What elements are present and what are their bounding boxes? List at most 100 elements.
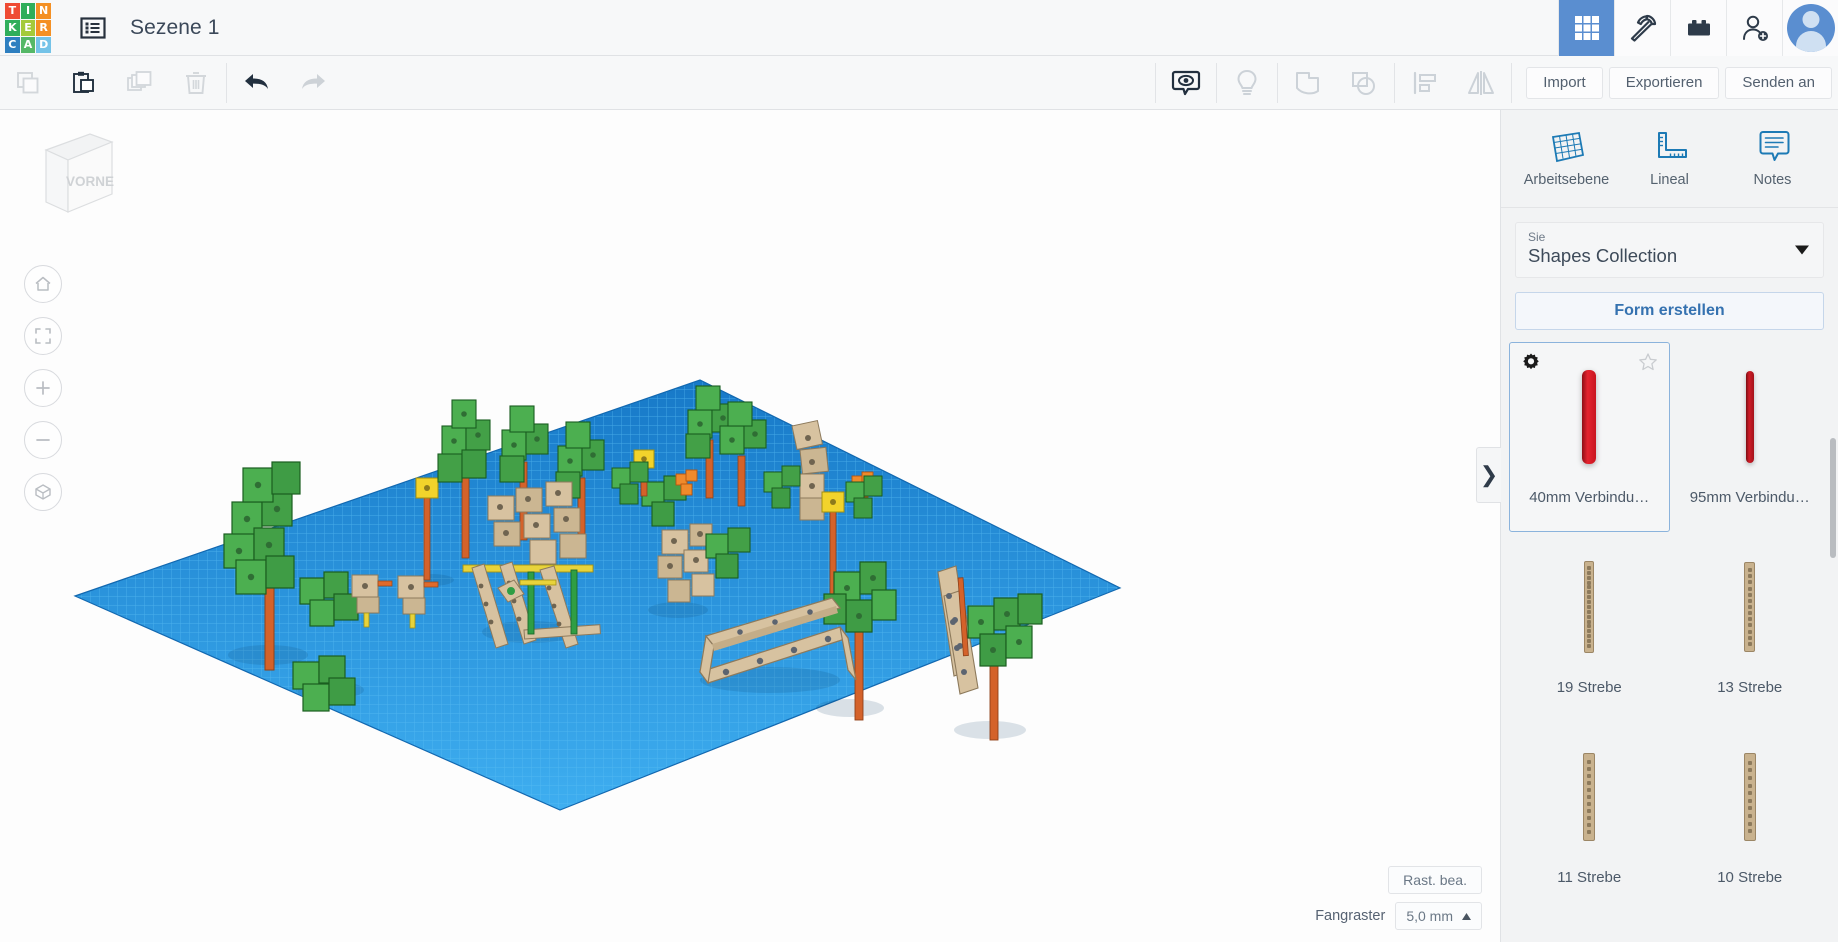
top-icon-group — [1558, 0, 1838, 56]
star-outline-icon[interactable] — [1638, 352, 1658, 377]
shape-label: 10 Strebe — [1717, 869, 1783, 886]
duplicate-icon[interactable] — [112, 56, 168, 110]
logo-letter: E — [20, 19, 36, 36]
lightbulb-icon[interactable] — [1219, 56, 1275, 110]
paste-icon[interactable] — [56, 56, 112, 110]
workplane-tool[interactable]: Arbeitsebene — [1521, 129, 1613, 188]
canvas-bottom-controls: Rast. bea. Fangraster 5,0 mm — [1315, 866, 1482, 930]
create-shape-button[interactable]: Form erstellen — [1515, 292, 1824, 330]
align-icon[interactable] — [1397, 56, 1453, 110]
ruler-tool[interactable]: Lineal — [1624, 129, 1716, 188]
cylinder-shape — [1745, 371, 1754, 463]
toolbar-divider — [1155, 62, 1157, 103]
shape-thumbnail — [1745, 361, 1754, 473]
shape-label: 40mm Verbindu… — [1529, 489, 1650, 506]
navigation-controls — [24, 265, 62, 525]
import-button[interactable]: Import — [1526, 66, 1603, 99]
3d-viewport[interactable]: VORNE Rast. bea. Fangraster 5,0 mm — [0, 110, 1500, 942]
shape-tile[interactable]: 11 Strebe — [1509, 722, 1670, 912]
undo-icon[interactable] — [229, 56, 285, 110]
ruler-icon — [1657, 132, 1687, 158]
delete-icon[interactable] — [168, 56, 224, 110]
add-person-icon[interactable] — [1726, 0, 1782, 56]
logo-letter: D — [36, 36, 51, 53]
shape-label: 11 Strebe — [1557, 869, 1622, 886]
collection-select[interactable]: Sie Shapes Collection — [1515, 222, 1824, 278]
shape-tile[interactable]: 19 Strebe — [1509, 532, 1670, 722]
home-view-button[interactable] — [24, 265, 62, 303]
toolbar-divider — [1394, 62, 1396, 103]
snap-grid-label: Fangraster — [1315, 908, 1386, 924]
notes-tool-label: Notes — [1753, 172, 1792, 188]
avatar[interactable] — [1782, 0, 1838, 56]
shape-thumbnail — [1744, 551, 1756, 663]
shapes-panel: ❯ Arbeitsebene Lineal Notes Sie Shapes C… — [1476, 110, 1838, 942]
strut-shape — [1743, 753, 1756, 841]
notes-tool[interactable]: Notes — [1727, 129, 1819, 188]
send-to-button[interactable]: Senden an — [1725, 66, 1832, 99]
ruler-tool-label: Lineal — [1650, 172, 1689, 188]
toolbar-divider — [226, 62, 227, 103]
zoom-out-button[interactable] — [24, 421, 62, 459]
export-button[interactable]: Exportieren — [1608, 66, 1720, 99]
grid-gallery-icon[interactable] — [1558, 0, 1614, 56]
ungroup-icon[interactable] — [1336, 56, 1392, 110]
collection-select-wrap: Sie Shapes Collection — [1501, 208, 1838, 278]
shape-tile[interactable]: 40mm Verbindu… — [1509, 342, 1670, 532]
strut-shape — [1744, 562, 1756, 652]
caret-up-icon — [1462, 912, 1471, 920]
logo-letter: N — [36, 2, 51, 19]
mirror-icon[interactable] — [1453, 56, 1509, 110]
note-bubble-icon — [1759, 131, 1789, 161]
perspective-toggle-button[interactable] — [24, 473, 62, 511]
toolbar-divider — [1511, 62, 1513, 103]
view-cube[interactable]: VORNE — [28, 120, 118, 225]
shape-tile[interactable]: 10 Strebe — [1670, 722, 1831, 912]
edit-tool-group — [0, 56, 224, 110]
chevron-right-icon[interactable]: ❯ — [1476, 447, 1501, 503]
workplane-tool-label: Arbeitsebene — [1523, 172, 1610, 188]
edit-toolbar: Import Exportieren Senden an — [0, 56, 1838, 110]
shape-tile[interactable]: 95mm Verbindu… — [1670, 342, 1831, 532]
logo-letter: R — [36, 19, 51, 36]
group-icon[interactable] — [1280, 56, 1336, 110]
snap-grid-value: 5,0 mm — [1406, 908, 1453, 924]
panel-scrollbar[interactable] — [1830, 342, 1836, 942]
shape-thumbnail — [1584, 551, 1595, 663]
view-tool-group — [1158, 56, 1509, 110]
logo-letter: I — [20, 2, 36, 19]
tinkercad-logo[interactable]: T I N K E R C A D — [0, 0, 56, 56]
shape-grid-wrap: 40mm Verbindu… 95mm Verbindu… 19 Strebe … — [1501, 342, 1838, 942]
shape-tile[interactable]: 13 Strebe — [1670, 532, 1831, 722]
strut-shape — [1583, 753, 1596, 841]
snap-grid-select[interactable]: 5,0 mm — [1395, 902, 1482, 930]
caret-down-icon — [1795, 245, 1809, 255]
collection-select-value: Shapes Collection — [1528, 245, 1678, 266]
shape-label: 19 Strebe — [1556, 679, 1622, 696]
zoom-in-button[interactable] — [24, 369, 62, 407]
snap-grid-row: Fangraster 5,0 mm — [1315, 902, 1482, 930]
fit-view-button[interactable] — [24, 317, 62, 355]
avatar-image — [1786, 3, 1835, 52]
shape-grid: 40mm Verbindu… 95mm Verbindu… 19 Strebe … — [1501, 342, 1838, 912]
pickaxe-icon[interactable] — [1614, 0, 1670, 56]
tinkercad-app: T I N K E R C A D Sezene 1 Import Export… — [0, 0, 1838, 942]
panel-scrollbar-thumb[interactable] — [1830, 438, 1836, 558]
shape-thumbnail — [1743, 741, 1756, 853]
list-menu-icon[interactable] — [78, 13, 108, 43]
logo-letter: K — [5, 19, 20, 36]
lego-brick-icon[interactable] — [1670, 0, 1726, 56]
panel-tools: Arbeitsebene Lineal Notes — [1501, 110, 1838, 208]
collection-select-label: Sie — [1528, 230, 1546, 244]
edit-grid-button[interactable]: Rast. bea. — [1388, 866, 1482, 894]
logo-letter: A — [20, 36, 36, 53]
redo-icon[interactable] — [285, 56, 341, 110]
shape-label: 13 Strebe — [1717, 679, 1783, 696]
toolbar-divider — [1216, 62, 1218, 103]
gear-icon[interactable] — [1521, 352, 1541, 377]
shape-label: 95mm Verbindu… — [1689, 489, 1810, 506]
copy-icon[interactable] — [0, 56, 56, 110]
show-hide-icon[interactable] — [1158, 56, 1214, 110]
viewcube-face-label: VORNE — [66, 174, 114, 189]
shape-thumbnail — [1583, 741, 1596, 853]
